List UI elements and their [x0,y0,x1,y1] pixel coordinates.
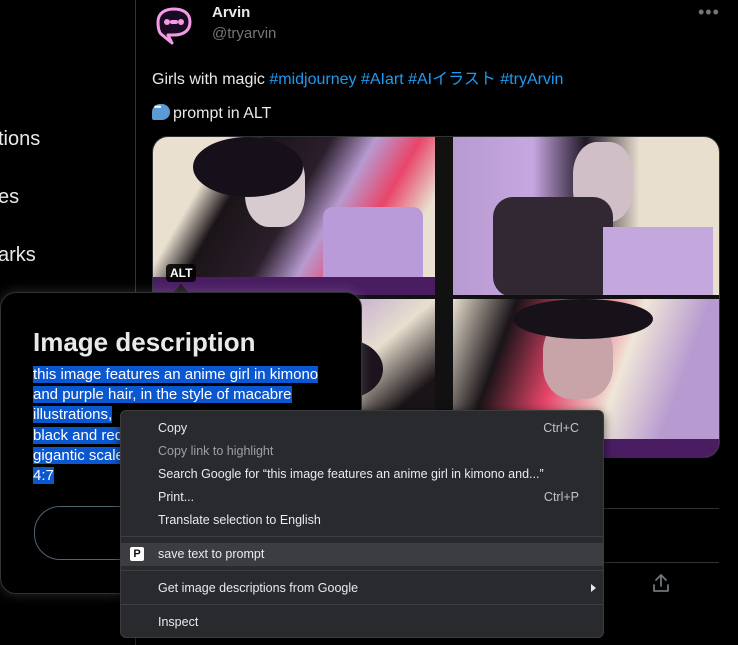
menu-item-search-google[interactable]: Search Google for “this image features a… [121,463,603,486]
description-line: 4:7 [33,467,54,485]
hashtag-link[interactable]: #midjourney [269,71,356,88]
tweet-text-plain: Girls with magic [152,71,270,88]
menu-item-get-image-descriptions[interactable]: Get image descriptions from Google [121,577,603,600]
prompt-p-icon: P [130,547,144,561]
popover-title: Image description [33,327,256,357]
menu-item-copy-link-to-highlight[interactable]: Copy link to highlight [121,440,603,463]
submenu-chevron-icon [591,584,596,592]
menu-item-shortcut: Ctrl+C [543,421,579,435]
media-image-2[interactable] [453,137,719,295]
description-line: gigantic scale [33,446,124,464]
menu-separator [121,604,603,605]
menu-item-print[interactable]: Print... Ctrl+P [121,486,603,509]
sidebar-item-messages[interactable]: es [0,186,19,209]
menu-item-inspect[interactable]: Inspect [121,611,603,634]
hashtag-link[interactable]: #AIart [361,71,404,88]
sidebar-item-notifications[interactable]: tions [0,128,40,151]
tweet-text: Girls with magic #midjourney #AIart #AIイ… [152,65,563,89]
share-icon[interactable] [651,573,671,593]
more-icon[interactable]: ••• [698,2,720,23]
description-line: this image features an anime girl in kim… [33,366,319,383]
description-line: and purple hair, in the style of macabre [33,386,292,404]
menu-item-label: Translate selection to English [158,513,321,527]
avatar-chat-icon [156,7,192,45]
menu-item-save-text-to-prompt[interactable]: P save text to prompt [121,543,603,566]
author-name[interactable]: Arvin [212,4,250,21]
hashtag-link[interactable]: #AIイラスト [408,71,496,88]
description-line: illustrations, [33,406,113,424]
menu-item-label: Get image descriptions from Google [158,581,359,595]
tweet-prompt-line: prompt in ALT [152,102,272,123]
context-menu: Copy Ctrl+C Copy link to highlight Searc… [120,410,604,638]
sidebar-item-bookmarks[interactable]: arks [0,244,36,267]
menu-item-label: Inspect [158,615,199,629]
avatar[interactable] [152,4,196,48]
menu-item-label: Copy link to highlight [158,444,274,458]
menu-item-label: Search Google for “this image features a… [158,467,544,481]
hashtag-link[interactable]: #tryArvin [500,71,563,88]
prompt-line-text: prompt in ALT [173,105,272,122]
menu-item-label: save text to prompt [158,547,265,561]
menu-item-translate[interactable]: Translate selection to English [121,509,603,532]
speech-bubble-icon [152,102,170,120]
menu-item-copy[interactable]: Copy Ctrl+C [121,417,603,440]
menu-separator [121,536,603,537]
alt-popover-arrow [174,284,188,292]
menu-item-label: Copy [158,421,188,435]
menu-item-label: Print... [158,490,195,504]
alt-badge[interactable]: ALT [166,264,197,282]
menu-separator [121,570,603,571]
menu-item-shortcut: Ctrl+P [543,490,579,504]
author-handle[interactable]: @tryarvin [212,25,276,42]
description-line: black and red [33,426,124,444]
